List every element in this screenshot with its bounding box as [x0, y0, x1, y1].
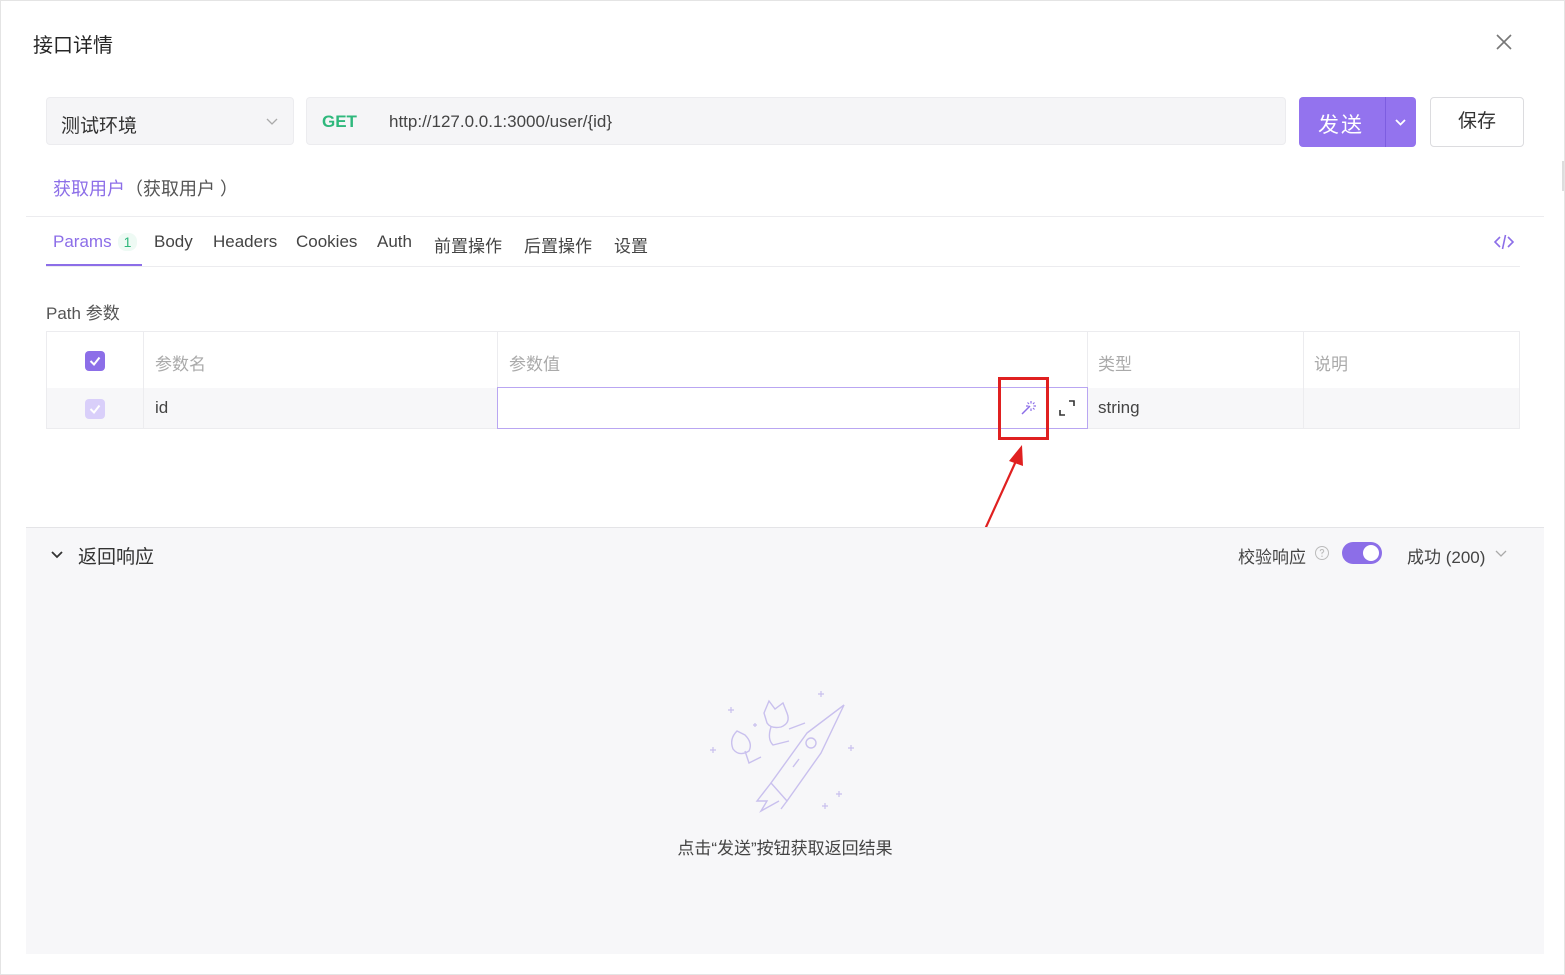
row-checkbox[interactable] — [85, 399, 105, 419]
tab-auth[interactable]: Auth — [377, 232, 412, 252]
help-icon[interactable] — [1314, 545, 1330, 561]
chevron-down-icon — [1395, 119, 1406, 126]
select-all-checkbox[interactable] — [85, 351, 105, 371]
tab-body[interactable]: Body — [154, 232, 193, 252]
expand-icon[interactable] — [1057, 398, 1077, 418]
divider — [143, 332, 144, 428]
chevron-down-icon — [266, 118, 278, 125]
tab-settings[interactable]: 设置 — [614, 232, 648, 257]
environment-select[interactable]: 测试环境 — [46, 97, 294, 145]
param-name[interactable]: id — [155, 398, 168, 418]
tab-params[interactable]: Params 1 — [53, 232, 138, 252]
send-options-button[interactable] — [1385, 97, 1416, 147]
verify-response-toggle[interactable] — [1342, 542, 1382, 564]
divider — [26, 216, 1544, 217]
divider — [1303, 332, 1304, 428]
table-header: 参数名 参数值 类型 说明 — [47, 332, 1519, 389]
check-icon — [89, 356, 101, 367]
api-name-subtitle: （获取用户 ） — [125, 179, 239, 199]
tab-cookies[interactable]: Cookies — [296, 232, 357, 252]
tab-label: Params — [53, 232, 112, 251]
column-header-type: 类型 — [1098, 355, 1132, 374]
send-button[interactable]: 发送 — [1299, 97, 1416, 147]
check-icon — [89, 404, 101, 415]
params-count-badge: 1 — [117, 233, 138, 251]
tab-headers[interactable]: Headers — [213, 232, 277, 252]
empty-response-text: 点击“发送”按钮获取返回结果 — [677, 839, 893, 858]
environment-label: 测试环境 — [61, 116, 138, 137]
verify-response-label: 校验响应 — [1238, 548, 1306, 567]
toggle-knob — [1363, 545, 1379, 561]
send-button-label: 发送 — [1318, 114, 1364, 137]
api-name: 获取用户（获取用户 ） — [53, 175, 238, 201]
response-title[interactable]: 返回响应 — [78, 542, 154, 569]
tab-post-operations[interactable]: 后置操作 — [524, 232, 592, 257]
scrollbar[interactable] — [1562, 161, 1564, 191]
save-button[interactable]: 保存 — [1430, 97, 1524, 147]
divider — [46, 266, 1520, 267]
method-label[interactable]: GET — [322, 112, 357, 132]
param-type[interactable]: string — [1098, 398, 1140, 418]
tab-pre-operations[interactable]: 前置操作 — [434, 232, 502, 257]
url-input[interactable]: GET http://127.0.0.1:3000/user/{id} — [306, 97, 1286, 145]
path-params-label: Path 参数 — [46, 304, 120, 323]
close-icon[interactable] — [1491, 29, 1517, 55]
column-header-value: 参数值 — [509, 355, 560, 374]
response-panel: 返回响应 校验响应 成功 (200) 点击“发送”按钮获取返回结果 — [26, 527, 1544, 954]
chevron-down-icon[interactable] — [1494, 546, 1508, 560]
annotation-highlight-box — [998, 377, 1049, 440]
api-name-link[interactable]: 获取用户 — [53, 179, 125, 199]
code-icon[interactable] — [1493, 233, 1515, 251]
url-text[interactable]: http://127.0.0.1:3000/user/{id} — [389, 112, 612, 132]
column-header-description: 说明 — [1314, 355, 1348, 374]
api-detail-dialog: 接口详情 测试环境 GET http://127.0.0.1:3000/user… — [0, 0, 1565, 975]
response-status-select[interactable]: 成功 (200) — [1407, 543, 1485, 568]
rocket-fox-illustration-icon — [710, 691, 854, 813]
chevron-down-icon[interactable] — [49, 546, 65, 562]
dialog-title: 接口详情 — [33, 35, 113, 57]
column-header-name: 参数名 — [155, 355, 206, 374]
